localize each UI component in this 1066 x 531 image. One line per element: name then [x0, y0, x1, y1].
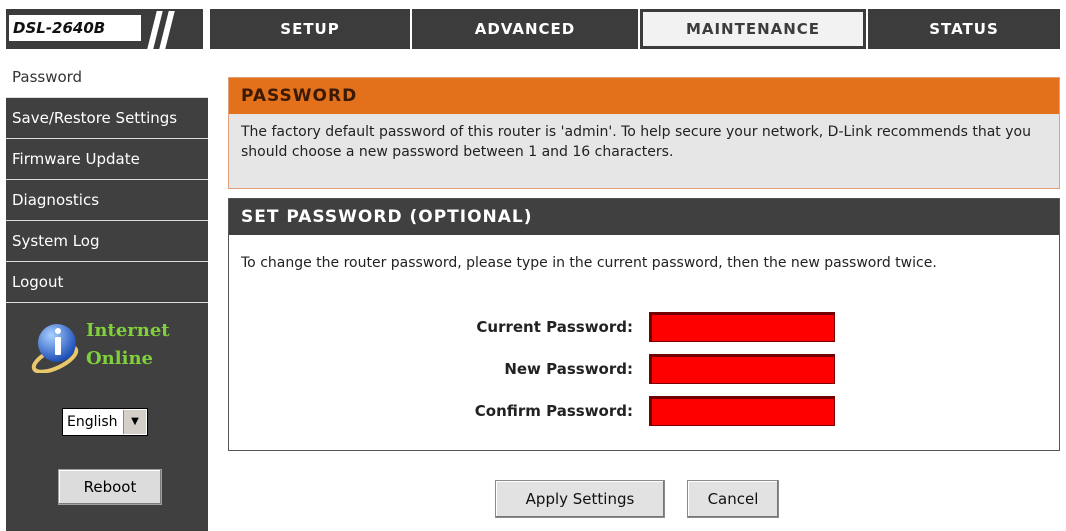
sidebar-item-save-restore[interactable]: Save/Restore Settings — [6, 98, 208, 139]
chevron-down-icon[interactable]: ▼ — [123, 410, 146, 434]
status-line-online: Online — [86, 348, 153, 369]
status-line-internet: Internet — [86, 320, 170, 341]
new-password-row: New Password: — [229, 354, 1061, 384]
model-name: DSL-2640B — [9, 15, 141, 41]
password-panel-description: The factory default password of this rou… — [229, 114, 1059, 188]
new-password-label: New Password: — [504, 360, 633, 378]
apply-settings-button[interactable]: Apply Settings — [495, 480, 665, 518]
sidebar-item-password[interactable]: Password — [6, 57, 208, 98]
language-value: English — [67, 414, 118, 430]
sidebar-item-diagnostics[interactable]: Diagnostics — [6, 180, 208, 221]
reboot-button[interactable]: Reboot — [58, 469, 162, 505]
sidebar-item-firmware-update[interactable]: Firmware Update — [6, 139, 208, 180]
set-password-panel-title: SET PASSWORD (OPTIONAL) — [229, 199, 1059, 235]
top-nav: DSL-2640B SETUP ADVANCED MAINTENANCE STA… — [0, 0, 1066, 50]
set-password-intro: To change the router password, please ty… — [241, 255, 937, 271]
set-password-panel: SET PASSWORD (OPTIONAL) To change the ro… — [228, 198, 1060, 451]
logo-slash-decoration — [159, 11, 175, 49]
tab-advanced[interactable]: ADVANCED — [412, 9, 638, 49]
sidebar: Password Save/Restore Settings Firmware … — [6, 57, 208, 531]
info-globe-icon — [31, 324, 79, 373]
tab-maintenance[interactable]: MAINTENANCE — [640, 9, 866, 49]
current-password-label: Current Password: — [476, 318, 633, 336]
internet-status: Internet Online — [30, 315, 200, 385]
confirm-password-input[interactable] — [649, 396, 835, 426]
new-password-input[interactable] — [649, 354, 835, 384]
sidebar-item-logout[interactable]: Logout — [6, 262, 208, 303]
sidebar-item-system-log[interactable]: System Log — [6, 221, 208, 262]
cancel-button[interactable]: Cancel — [687, 480, 779, 518]
language-select[interactable]: English ▼ — [62, 408, 148, 436]
internet-status-text: Internet Online — [86, 317, 170, 373]
current-password-row: Current Password: — [229, 312, 1061, 342]
product-logo: DSL-2640B — [6, 9, 203, 49]
tab-setup[interactable]: SETUP — [210, 9, 410, 49]
confirm-password-row: Confirm Password: — [229, 396, 1061, 426]
password-panel: PASSWORD The factory default password of… — [228, 77, 1060, 189]
tab-status[interactable]: STATUS — [868, 9, 1060, 49]
password-panel-title: PASSWORD — [229, 78, 1059, 114]
confirm-password-label: Confirm Password: — [474, 402, 633, 420]
current-password-input[interactable] — [649, 312, 835, 342]
